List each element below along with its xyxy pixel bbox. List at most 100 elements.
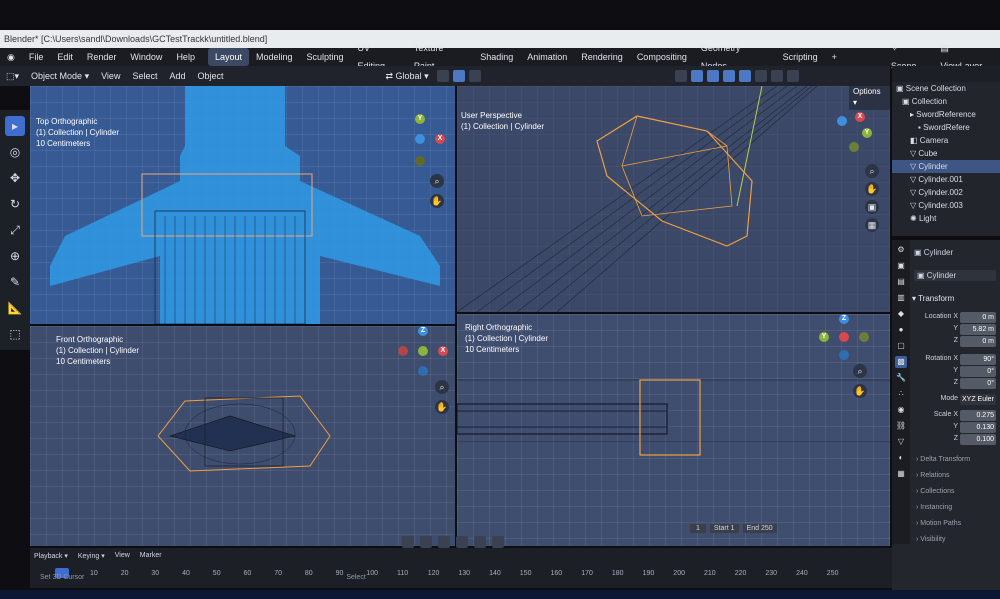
location-z-field[interactable]: 0 m (960, 336, 996, 347)
gizmo-x-axis[interactable]: X (855, 112, 865, 122)
material-icon[interactable]: ◐ (895, 452, 907, 464)
annotate-tool-icon[interactable]: ✎ (5, 272, 25, 292)
gizmo-x-axis[interactable]: X (438, 346, 448, 356)
tab-shading[interactable]: Shading (473, 48, 520, 66)
outliner-row-light[interactable]: ✺ Light (892, 212, 1000, 225)
section-collections[interactable]: › Collections (916, 488, 955, 495)
end-frame-field[interactable]: End 250 (742, 524, 777, 533)
tab-modeling[interactable]: Modeling (249, 48, 300, 66)
tab-scripting[interactable]: Scripting (776, 48, 825, 66)
menu-view[interactable]: View (95, 71, 126, 81)
measure-tool-icon[interactable]: 📐 (5, 298, 25, 318)
mode-dropdown[interactable]: Object Mode ▾ (25, 71, 95, 82)
world-icon[interactable]: ● (895, 324, 907, 336)
playback-menu[interactable]: Playback ▾ (34, 552, 68, 560)
section-delta-transform[interactable]: › Delta Transform (916, 456, 970, 463)
play-icon[interactable] (456, 536, 468, 548)
current-frame-field[interactable]: 1 (690, 524, 706, 533)
rotation-mode-dropdown[interactable]: XYZ Euler (960, 394, 996, 405)
menu-select[interactable]: Select (126, 71, 163, 81)
gizmo-neg-y-axis[interactable] (849, 142, 859, 152)
transform-tool-icon[interactable]: ⊕ (5, 246, 25, 266)
options-dropdown[interactable]: Options ▾ (849, 86, 890, 110)
object-data-field[interactable]: ▣ Cylinder (914, 270, 996, 281)
move-tool-icon[interactable]: ✥ (5, 168, 25, 188)
outliner-row-swordreference[interactable]: ▸ SwordReference (892, 108, 1000, 121)
outliner-row-cylinder-003[interactable]: ▽ Cylinder.003 (892, 199, 1000, 212)
outliner-row-cylinder-002[interactable]: ▽ Cylinder.002 (892, 186, 1000, 199)
rendered-shading-icon[interactable] (786, 70, 799, 82)
particles-icon[interactable]: ∴ (895, 388, 907, 400)
pivot-icon[interactable] (436, 70, 449, 82)
solid-shading-icon[interactable] (754, 70, 767, 82)
play-reverse-icon[interactable] (438, 536, 450, 548)
marker-menu[interactable]: Marker (140, 552, 162, 560)
viewport-user-perspective[interactable]: User Perspective (1) Collection | Cylind… (457, 86, 890, 312)
zoom-icon[interactable]: ⌕ (430, 174, 444, 188)
object-data-icon[interactable]: ▽ (895, 436, 907, 448)
section-instancing[interactable]: › Instancing (916, 504, 952, 511)
add-cube-tool-icon[interactable]: ⬚ (5, 324, 25, 344)
gizmo-z-axis[interactable] (415, 134, 425, 144)
outliner-row-cube[interactable]: ▽ Cube (892, 147, 1000, 160)
wireframe-shading-icon[interactable] (738, 70, 751, 82)
snap-icon[interactable] (452, 70, 465, 82)
outliner-row-cylinder-001[interactable]: ▽ Cylinder.001 (892, 173, 1000, 186)
pan-hand-icon[interactable]: ✋ (430, 194, 444, 208)
keying-menu[interactable]: Keying ▾ (78, 552, 105, 560)
tab-rendering[interactable]: Rendering (574, 48, 630, 66)
tab-layout[interactable]: Layout (207, 48, 249, 66)
next-key-icon[interactable] (474, 536, 486, 548)
rotation-x-field[interactable]: 90° (960, 354, 996, 365)
tool-settings-icon[interactable]: ⚙ (895, 244, 907, 256)
gizmo-z-axis[interactable]: Z (839, 314, 849, 324)
section-visibility[interactable]: › Visibility (916, 536, 945, 543)
gizmo-y-axis[interactable]: Y (819, 332, 829, 342)
rotation-z-field[interactable]: 0° (960, 378, 996, 389)
material-shading-icon[interactable] (770, 70, 783, 82)
menu-render[interactable]: Render (80, 48, 124, 66)
gizmo-neg-x-axis[interactable] (398, 346, 408, 356)
visibility-icon[interactable] (674, 70, 687, 82)
render-icon[interactable]: ▣ (895, 260, 907, 272)
scene-icon[interactable]: ◆ (895, 308, 907, 320)
scale-z-field[interactable]: 0.100 (960, 434, 996, 445)
gizmo-neg-y-axis[interactable] (859, 332, 869, 342)
tab-sculpting[interactable]: Sculpting (300, 48, 351, 66)
transform-orientation-dropdown[interactable]: ⇄ Global ▾ (380, 71, 435, 82)
constraints-icon[interactable]: ⛓ (895, 420, 907, 432)
viewport-top-ortho[interactable]: Top Orthographic (1) Collection | Cylind… (30, 86, 455, 324)
gizmo-y-axis[interactable]: Y (415, 114, 425, 124)
cursor-tool-icon[interactable]: ◎ (5, 142, 25, 162)
timeline-view-menu[interactable]: View (115, 552, 130, 560)
gizmo-neg-z-axis[interactable] (418, 366, 428, 376)
menu-edit[interactable]: Edit (50, 48, 80, 66)
outliner-row-cylinder[interactable]: ▽ Cylinder (892, 160, 1000, 173)
modifier-wrench-icon[interactable]: 🔧 (895, 372, 907, 384)
section-motion-paths[interactable]: › Motion Paths (916, 520, 961, 527)
pan-hand-icon[interactable]: ✋ (435, 400, 449, 414)
start-frame-field[interactable]: Start 1 (709, 524, 739, 533)
scale-y-field[interactable]: 0.130 (960, 422, 996, 433)
outliner-row-collection[interactable]: ▣ Collection (892, 95, 1000, 108)
rotate-tool-icon[interactable]: ↻ (5, 194, 25, 214)
outliner-row-swordrefere[interactable]: ▪ SwordRefere (892, 121, 1000, 134)
gizmo-y-axis[interactable] (418, 346, 428, 356)
section-relations[interactable]: › Relations (916, 472, 949, 479)
gizmo-neg-y-axis[interactable] (415, 156, 425, 166)
gizmo-y-axis[interactable]: Y (862, 128, 872, 138)
gizmo-neg-z-axis[interactable] (839, 350, 849, 360)
view-layer-icon[interactable]: ▥ (895, 292, 907, 304)
scale-tool-icon[interactable]: ⤢ (5, 220, 25, 240)
physics-icon[interactable]: ◉ (895, 404, 907, 416)
output-icon[interactable]: ▤ (895, 276, 907, 288)
jump-start-icon[interactable] (402, 536, 414, 548)
rotation-y-field[interactable]: 0° (960, 366, 996, 377)
blender-logo-icon[interactable]: ◉ (0, 48, 22, 66)
viewport-right-ortho[interactable]: Right Orthographic (1) Collection | Cyli… (457, 314, 890, 546)
transform-panel-header[interactable]: ▾ Transform (912, 294, 954, 303)
zoom-icon[interactable]: ⌕ (865, 164, 879, 178)
tab-animation[interactable]: Animation (520, 48, 574, 66)
camera-view-icon[interactable]: ▣ (865, 200, 879, 214)
overlay-toggle-icon[interactable] (706, 70, 719, 82)
